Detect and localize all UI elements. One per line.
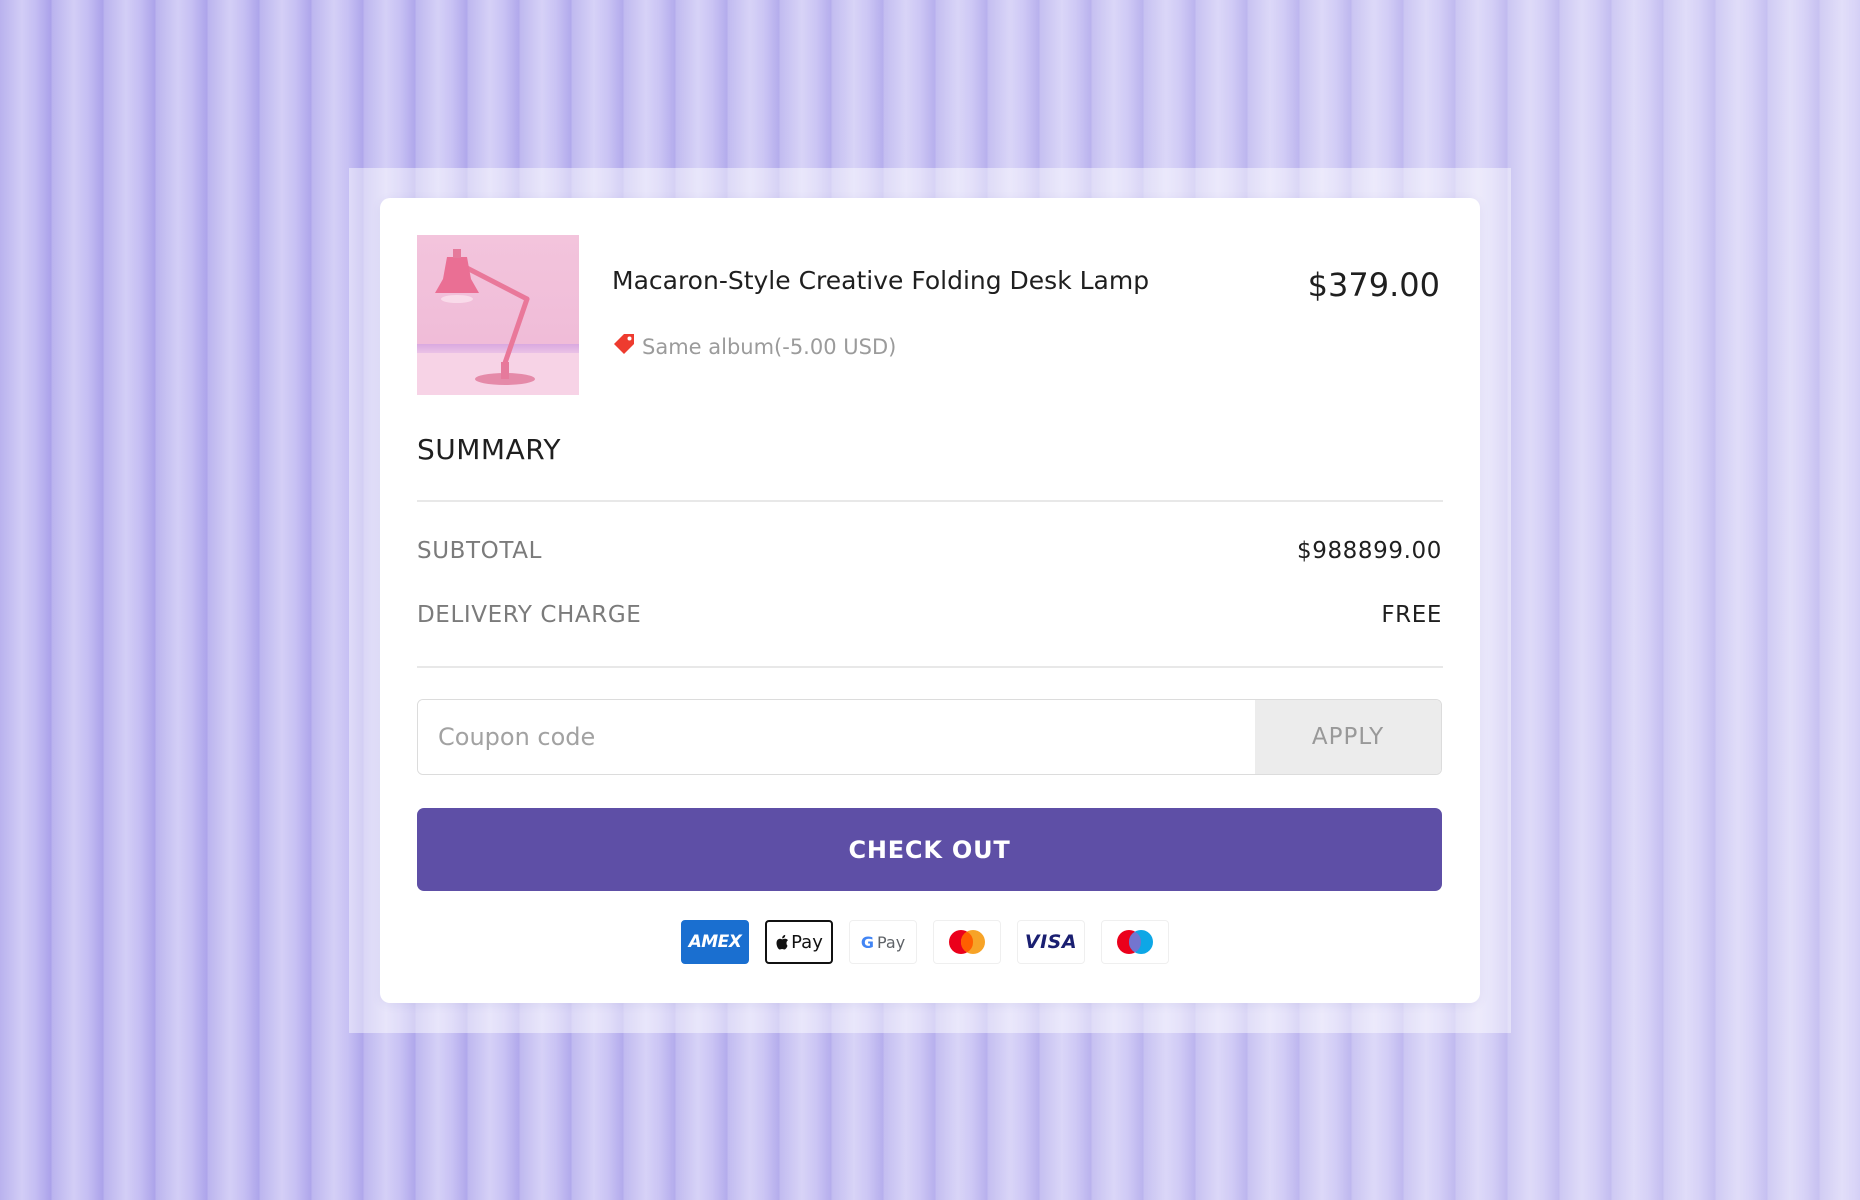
product-price: $379.00	[1307, 266, 1440, 304]
product-name[interactable]: Macaron-Style Creative Folding Desk Lamp	[612, 266, 1149, 295]
payment-methods: AMEX Pay G Pay VISA	[681, 920, 1169, 964]
subtotal-label: SUBTOTAL	[417, 538, 542, 564]
subtotal-value: $988899.00	[1296, 538, 1442, 564]
tag-icon	[612, 332, 636, 361]
coupon-form: APPLY	[417, 699, 1442, 775]
apple-pay-icon: Pay	[765, 920, 833, 964]
apply-coupon-button[interactable]: APPLY	[1255, 700, 1441, 774]
discount-info: Same album(-5.00 USD)	[612, 332, 896, 361]
google-pay-icon: G Pay	[849, 920, 917, 964]
delivery-charge-value: FREE	[1381, 602, 1442, 628]
summary-divider-bottom	[417, 666, 1443, 668]
mastercard-icon	[933, 920, 1001, 964]
visa-icon: VISA	[1017, 920, 1085, 964]
cart-card: Macaron-Style Creative Folding Desk Lamp…	[380, 198, 1480, 1003]
maestro-icon	[1101, 920, 1169, 964]
delivery-charge-label: DELIVERY CHARGE	[417, 602, 642, 628]
amex-icon: AMEX	[681, 920, 749, 964]
coupon-code-input[interactable]	[418, 700, 1255, 774]
summary-divider-top	[417, 500, 1443, 502]
discount-text: Same album(-5.00 USD)	[642, 334, 897, 359]
lamp-illustration	[417, 249, 579, 395]
summary-title: SUMMARY	[417, 433, 562, 466]
product-image[interactable]	[417, 235, 579, 395]
checkout-button[interactable]: CHECK OUT	[417, 808, 1442, 891]
